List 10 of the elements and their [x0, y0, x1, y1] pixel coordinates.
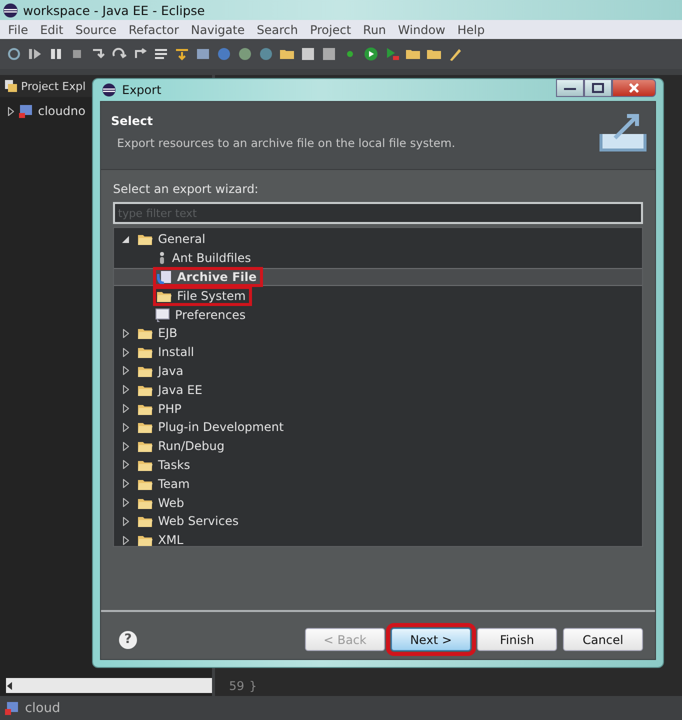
- highlight-frame: Archive File: [155, 268, 261, 285]
- window-title: workspace - Java EE - Eclipse: [23, 2, 205, 18]
- status-text: cloud: [25, 700, 60, 716]
- dialog-title: Export: [122, 83, 162, 97]
- wizard-label: Select an export wizard:: [113, 182, 260, 196]
- page-description: Export resources to an archive file on the local file system.: [117, 136, 456, 150]
- page-title: Select: [111, 114, 154, 128]
- code-text: }: [249, 679, 257, 693]
- line-number: 59: [229, 679, 244, 693]
- highlight-frame: File System: [155, 288, 250, 304]
